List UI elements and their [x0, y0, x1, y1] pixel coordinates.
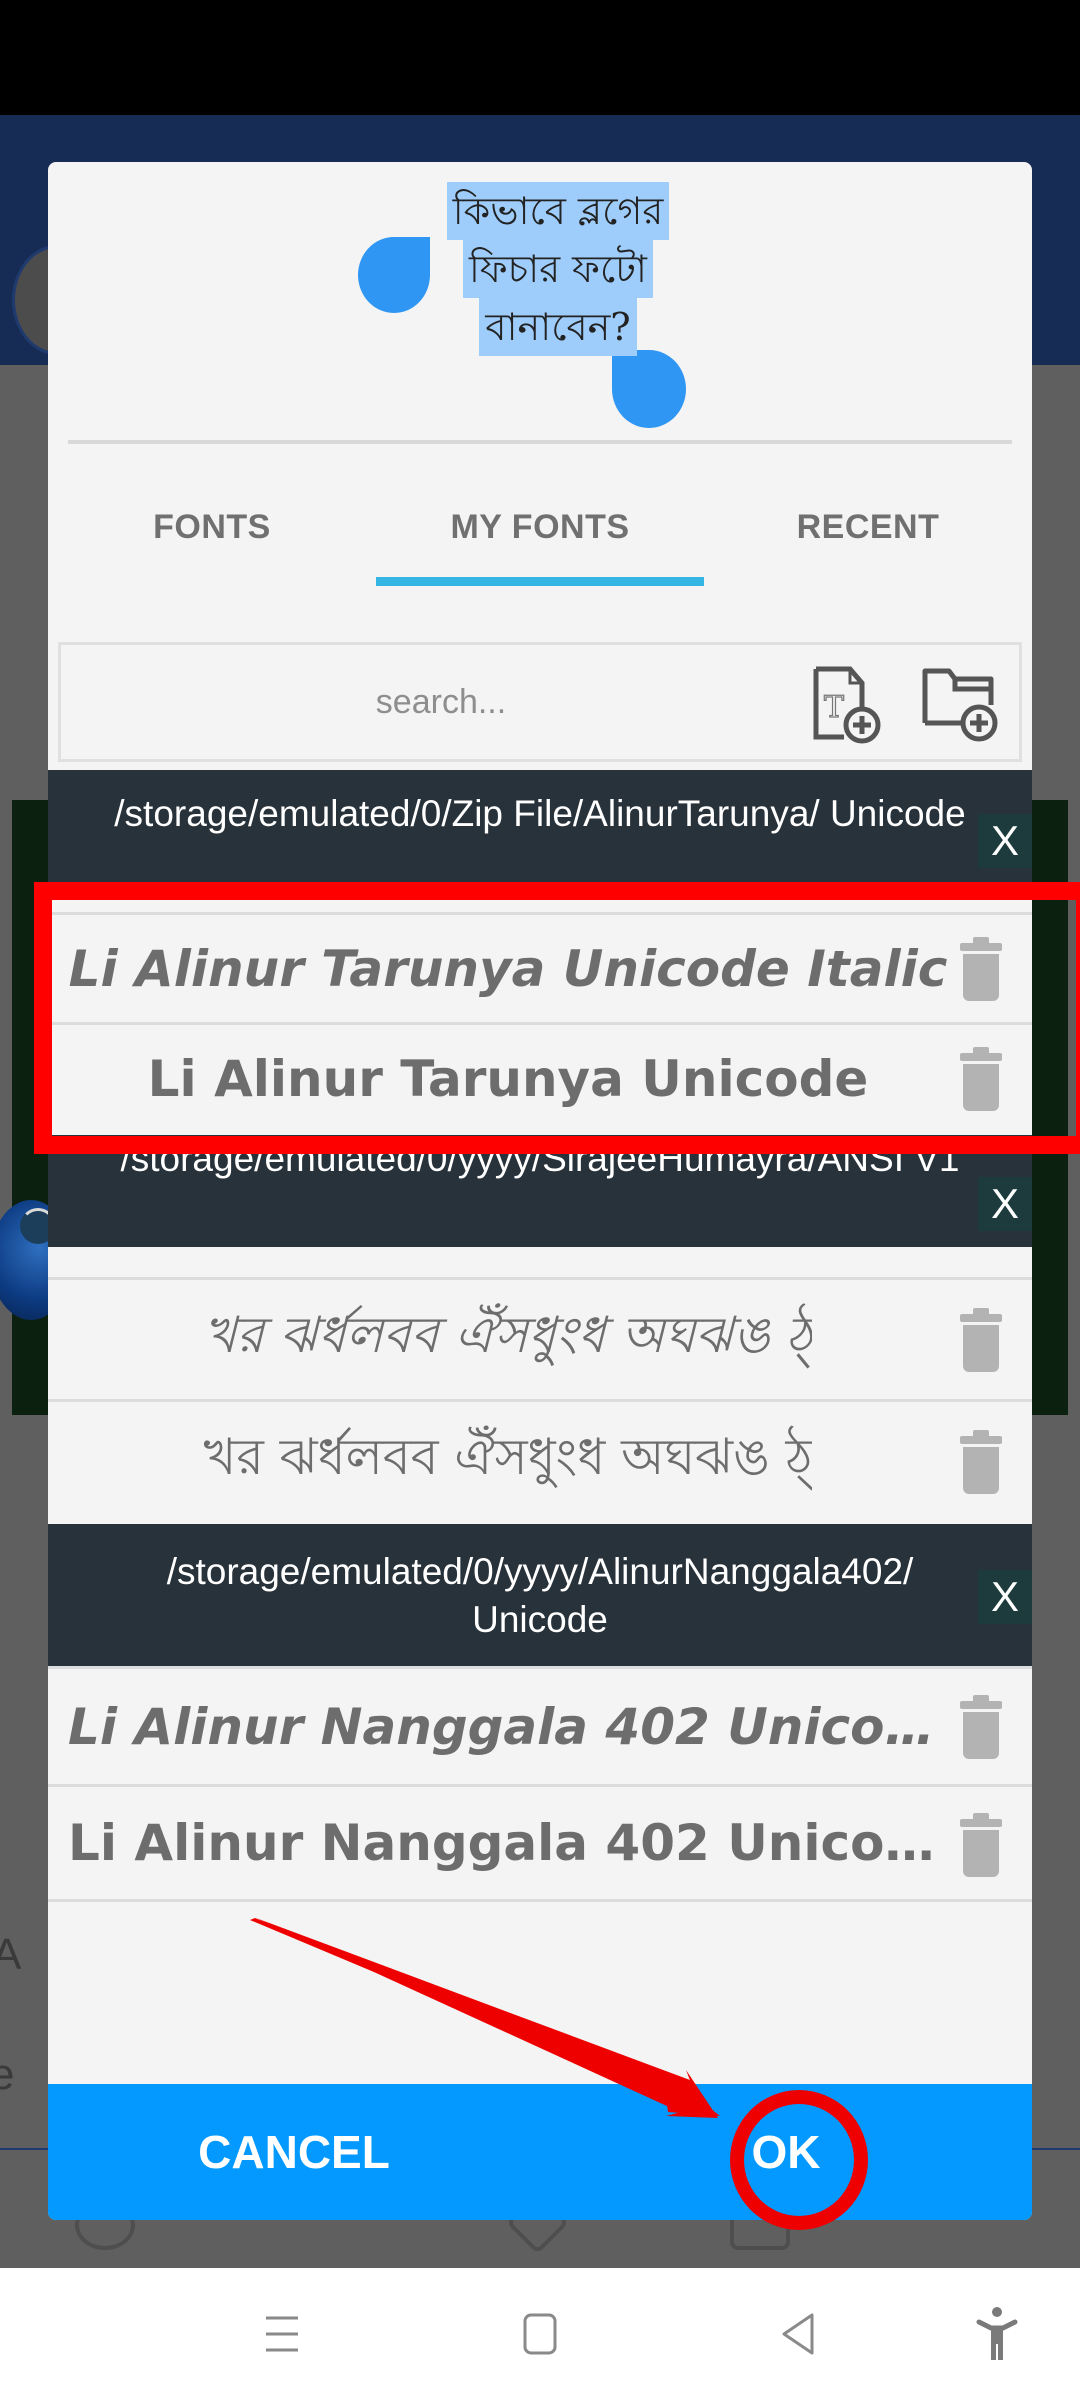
tab-recent[interactable]: RECENT — [704, 447, 1032, 607]
home-button[interactable] — [480, 2268, 600, 2400]
preview-line: কিভাবে ব্লগের — [446, 182, 670, 240]
preview-text[interactable]: কিভাবে ব্লগের ফিচার ফটো বানাবেন? — [428, 182, 688, 356]
remove-group-button[interactable]: X — [978, 814, 1032, 868]
close-icon: X — [990, 817, 1019, 864]
close-icon: X — [990, 1180, 1019, 1227]
background-text: A — [0, 1930, 22, 1979]
font-group-header: /storage/emulated/0/yyyy/AlinurNanggala4… — [48, 1524, 1032, 1666]
search-bar: T — [58, 642, 1022, 762]
remove-group-button[interactable]: X — [978, 1570, 1032, 1624]
font-name: খর ঝর্ধলবব ঐঁসধুংধ অঘঝঙ ঠ্ — [203, 1428, 813, 1486]
preview-line: ফিচার ফটো — [463, 240, 653, 298]
font-group-path: /storage/emulated/0/yyyy/AlinurNanggala4… — [166, 1551, 914, 1640]
accessibility-button[interactable] — [937, 2268, 1057, 2400]
font-group-header: /storage/emulated/0/Zip File/AlinurTarun… — [48, 770, 1032, 888]
text-preview: কিভাবে ব্লগের ফিচার ফটো বানাবেন? — [48, 162, 1032, 444]
back-button[interactable] — [738, 2268, 858, 2400]
close-icon: X — [990, 1573, 1019, 1620]
search-input[interactable] — [81, 660, 801, 744]
dialog-button-bar: CANCEL OK — [48, 2084, 1032, 2220]
font-list-item[interactable]: Li Alinur Nanggala 402 Unicode — [48, 1784, 1032, 1902]
font-name: Li Alinur Nanggala 402 Unicode — [68, 1814, 948, 1872]
font-list-item[interactable]: খর ঝর্ধলবব ঐঁসধুংধ অঘঝঙ ঠ্ — [48, 1277, 1032, 1399]
font-list-item[interactable]: Li Alinur Nanggala 402 Unicode Italic — [48, 1666, 1032, 1784]
trash-icon[interactable] — [958, 1695, 1004, 1759]
remove-group-button[interactable]: X — [978, 1177, 1032, 1231]
cancel-button[interactable]: CANCEL — [48, 2084, 540, 2220]
tab-fonts[interactable]: FONTS — [48, 447, 376, 607]
highlight-rectangle — [34, 882, 1080, 1154]
add-font-file-icon: T — [813, 666, 881, 744]
preview-line: বানাবেন? — [479, 298, 637, 356]
trash-icon[interactable] — [958, 1813, 1004, 1877]
selection-handle-end[interactable] — [612, 350, 686, 428]
trash-icon[interactable] — [958, 1308, 1004, 1372]
font-name: Li Alinur Nanggala 402 Unicode Italic — [68, 1697, 948, 1756]
add-font-folder-button[interactable] — [921, 660, 1001, 750]
active-tab-indicator — [376, 577, 704, 586]
home-icon — [523, 2313, 557, 2355]
selection-handle-start[interactable] — [358, 237, 430, 313]
font-tabs: FONTS MY FONTS RECENT — [48, 447, 1032, 607]
font-list-item[interactable]: খর ঝর্ধলবব ঐঁসধুংধ অঘঝঙ ঠ্ — [48, 1399, 1032, 1521]
screen: A e কিভাবে ব্লগের ফিচার ফটো বানাবেন? FON… — [0, 0, 1080, 2400]
status-bar — [0, 0, 1080, 115]
accessibility-icon — [976, 2307, 1018, 2360]
back-icon — [782, 2313, 814, 2355]
svg-text:T: T — [824, 690, 844, 725]
highlight-circle — [730, 2090, 868, 2230]
background-text: e — [0, 2050, 15, 2099]
font-group-path: /storage/emulated/0/Zip File/AlinurTarun… — [114, 793, 966, 834]
add-folder-icon — [922, 668, 998, 742]
font-name: খর ঝর্ধলবব ঐঁসধুংধ অঘঝঙ ঠ্ — [203, 1306, 813, 1364]
preview-divider — [68, 440, 1012, 444]
font-picker-dialog: কিভাবে ব্লগের ফিচার ফটো বানাবেন? FONTS M… — [48, 162, 1032, 2220]
trash-icon[interactable] — [958, 1430, 1004, 1494]
recent-apps-button[interactable] — [222, 2268, 342, 2400]
recent-apps-icon — [266, 2316, 298, 2352]
system-navigation-bar — [0, 2268, 1080, 2400]
add-font-file-button[interactable]: T — [806, 660, 886, 750]
